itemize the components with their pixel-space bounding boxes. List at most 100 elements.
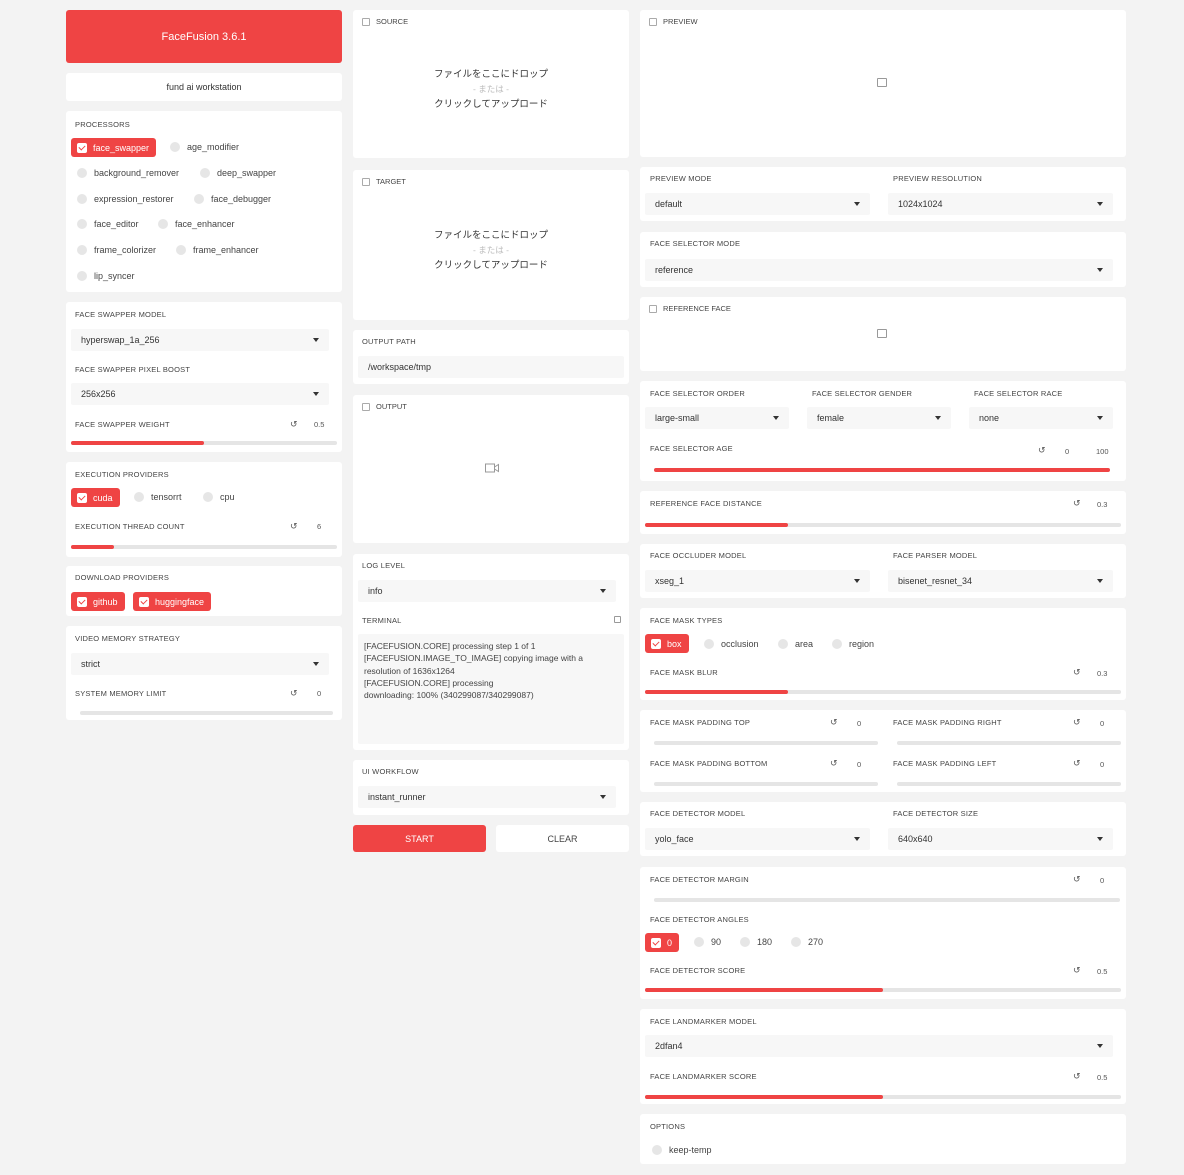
face-parser-model-select[interactable]: bisenet_resnet_34: [888, 570, 1113, 592]
face-selector-age-range-slider[interactable]: [654, 468, 1110, 472]
face-detector-margin-slider[interactable]: [654, 898, 1120, 902]
mask-type-area[interactable]: area: [778, 639, 813, 649]
face-swapper-pixel-boost-select[interactable]: 256x256: [71, 383, 329, 405]
processor-label: lip_syncer: [94, 271, 135, 281]
copy-icon[interactable]: [614, 616, 621, 623]
execution-thread-count-slider[interactable]: [71, 545, 337, 549]
face-detector-score-slider[interactable]: [645, 988, 1121, 992]
processor-label: face_editor: [94, 219, 139, 229]
reset-icon[interactable]: ↺: [1073, 965, 1081, 976]
reference-face-distance-slider[interactable]: [645, 523, 1121, 527]
preview-mode-select[interactable]: default: [645, 193, 870, 215]
face-mask-padding-left-slider[interactable]: [897, 782, 1121, 786]
face-selector-mode-select[interactable]: reference: [645, 259, 1113, 281]
processor-face-swapper[interactable]: face_swapper: [71, 138, 157, 157]
reset-icon[interactable]: ↺: [1073, 1071, 1081, 1082]
select-value: hyperswap_1a_256: [81, 335, 160, 345]
provider-cuda[interactable]: cuda: [71, 488, 120, 507]
select-value: info: [368, 586, 383, 596]
memory-panel: VIDEO MEMORY STRATEGY strict SYSTEM MEMO…: [66, 626, 342, 720]
reset-icon[interactable]: ↺: [1073, 758, 1081, 769]
processor-face-enhancer[interactable]: face_enhancer: [158, 219, 235, 229]
face-mask-padding-bottom-slider[interactable]: [654, 782, 878, 786]
source-dropzone[interactable]: ファイルをここにドロップ - または - クリックしてアップロード: [353, 67, 629, 112]
reset-icon[interactable]: ↺: [290, 419, 298, 430]
face-landmarker-model-label: FACE LANDMARKER MODEL: [650, 1017, 757, 1026]
download-provider-github[interactable]: github: [71, 592, 125, 611]
face-swapper-weight-slider[interactable]: [71, 441, 337, 445]
detector-angle-0[interactable]: 0: [645, 933, 680, 952]
reset-icon[interactable]: ↺: [830, 758, 838, 769]
face-landmarker-model-select[interactable]: 2dfan4: [645, 1035, 1113, 1057]
system-memory-limit-label: SYSTEM MEMORY LIMIT: [75, 689, 167, 698]
target-dropzone[interactable]: ファイルをここにドロップ - または - クリックしてアップロード: [353, 228, 629, 273]
face-selector-order-select[interactable]: large-small: [645, 407, 789, 429]
reset-icon[interactable]: ↺: [1073, 667, 1081, 678]
face-detector-size-select[interactable]: 640x640: [888, 828, 1113, 850]
processor-background-remover[interactable]: background_remover: [77, 168, 179, 178]
target-tag: TARGET: [362, 177, 406, 186]
face-mask-blur-slider[interactable]: [645, 690, 1121, 694]
slider-fill: [645, 988, 883, 992]
system-memory-limit-slider[interactable]: [80, 711, 333, 715]
processor-age-modifier[interactable]: age_modifier: [170, 142, 239, 152]
face-detector-model-select[interactable]: yolo_face: [645, 828, 870, 850]
processor-frame-enhancer[interactable]: frame_enhancer: [176, 245, 259, 255]
target-upload-panel[interactable]: TARGET ファイルをここにドロップ - または - クリックしてアップロード: [353, 170, 629, 320]
reset-icon[interactable]: ↺: [1073, 874, 1081, 885]
face-occluder-model-select[interactable]: xseg_1: [645, 570, 870, 592]
download-provider-huggingface[interactable]: huggingface: [133, 592, 212, 611]
log-level-select[interactable]: info: [358, 580, 616, 602]
processors-label: PROCESSORS: [75, 120, 130, 129]
processor-frame-colorizer[interactable]: frame_colorizer: [77, 245, 156, 255]
reset-icon[interactable]: ↺: [1038, 445, 1046, 456]
mask-type-label: box: [667, 638, 682, 649]
reset-icon[interactable]: ↺: [290, 688, 298, 699]
face-selector-panel: FACE SELECTOR ORDER large-small FACE SEL…: [640, 381, 1126, 481]
mask-type-box[interactable]: box: [645, 634, 689, 653]
face-selector-gender-select[interactable]: female: [807, 407, 951, 429]
face-detector-margin-label: FACE DETECTOR MARGIN: [650, 875, 749, 884]
source-upload-panel[interactable]: SOURCE ファイルをここにドロップ - または - クリックしてアップロード: [353, 10, 629, 158]
checkbox-checked-icon: [77, 596, 87, 607]
processor-face-debugger[interactable]: face_debugger: [194, 194, 271, 204]
processor-lip-syncer[interactable]: lip_syncer: [77, 271, 135, 281]
mask-type-occlusion[interactable]: occlusion: [704, 639, 759, 649]
face-detector-model-label: FACE DETECTOR MODEL: [650, 809, 746, 818]
processor-face-editor[interactable]: face_editor: [77, 219, 139, 229]
reset-icon[interactable]: ↺: [1073, 498, 1081, 509]
provider-cpu[interactable]: cpu: [203, 492, 235, 502]
provider-tensorrt[interactable]: tensorrt: [134, 492, 182, 502]
face-landmarker-score-slider[interactable]: [645, 1095, 1121, 1099]
reference-face-distance-value: 0.3: [1097, 500, 1108, 509]
angle-label: 90: [711, 937, 722, 947]
detector-angle-180[interactable]: 180: [740, 937, 772, 947]
angle-label: 270: [808, 937, 824, 947]
preview-resolution-select[interactable]: 1024x1024: [888, 193, 1113, 215]
face-swapper-model-label: FACE SWAPPER MODEL: [75, 310, 167, 319]
terminal-line: [FACEFUSION.CORE] processing step 1 of 1: [364, 641, 536, 651]
face-mask-padding-top-slider[interactable]: [654, 741, 878, 745]
detector-angle-90[interactable]: 90: [694, 937, 721, 947]
mask-type-label: region: [849, 639, 875, 649]
start-button[interactable]: START: [353, 825, 486, 852]
reset-icon[interactable]: ↺: [290, 521, 298, 532]
processor-expression-restorer[interactable]: expression_restorer: [77, 194, 174, 204]
output-path-label: OUTPUT PATH: [362, 337, 416, 346]
checkbox-unchecked-icon: [176, 245, 186, 255]
face-mask-padding-right-slider[interactable]: [897, 741, 1121, 745]
mask-type-region[interactable]: region: [832, 639, 874, 649]
output-path-input[interactable]: /workspace/tmp: [358, 356, 624, 378]
detector-angle-270[interactable]: 270: [791, 937, 823, 947]
video-memory-strategy-select[interactable]: strict: [71, 653, 329, 675]
ui-workflow-select[interactable]: instant_runner: [358, 786, 616, 808]
face-swapper-model-select[interactable]: hyperswap_1a_256: [71, 329, 329, 351]
reset-icon[interactable]: ↺: [1073, 717, 1081, 728]
face-mask-padding-bottom-value: 0: [857, 760, 862, 769]
reset-icon[interactable]: ↺: [830, 717, 838, 728]
face-selector-race-select[interactable]: none: [969, 407, 1113, 429]
processor-label: frame_enhancer: [193, 245, 259, 255]
processor-deep-swapper[interactable]: deep_swapper: [200, 168, 276, 178]
option-keep-temp[interactable]: keep-temp: [652, 1145, 712, 1155]
clear-button[interactable]: CLEAR: [496, 825, 629, 852]
